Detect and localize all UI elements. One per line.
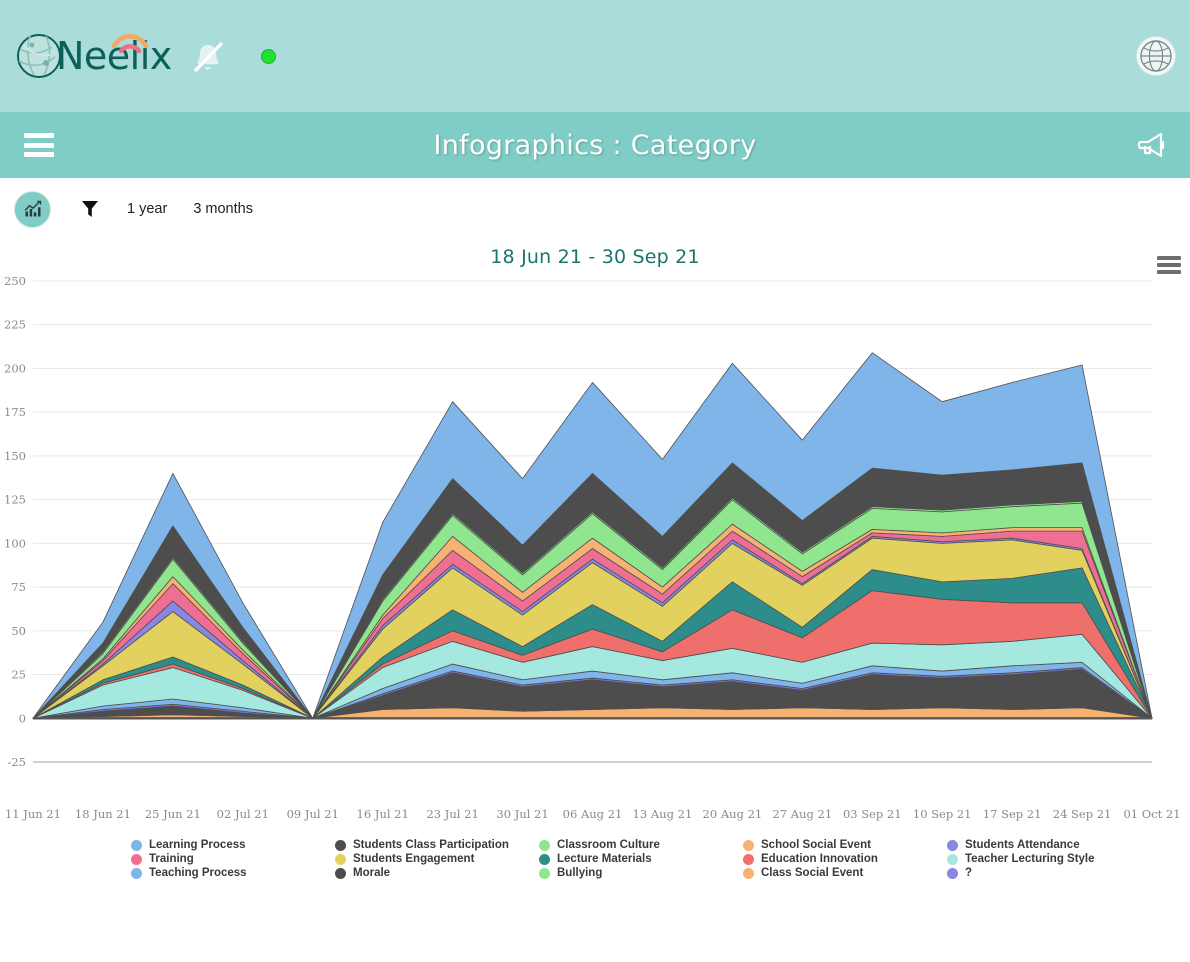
y-axis-tick-label: 100 xyxy=(4,536,26,550)
x-axis-tick-label: 25 Jun 21 xyxy=(145,807,201,821)
x-axis-tick-label: 10 Sep 21 xyxy=(913,807,972,821)
legend-color-swatch xyxy=(743,839,754,851)
y-axis-tick-label: 25 xyxy=(11,668,26,682)
y-axis-tick-label: 250 xyxy=(4,274,26,288)
hamburger-menu-icon[interactable] xyxy=(24,133,54,157)
x-axis-tick-label: 30 Jul 21 xyxy=(496,807,548,821)
chart-card: 18 Jun 21 - 30 Sep 21 -25 0 25 50 75 100 125 15… xyxy=(0,240,1190,840)
legend-item[interactable]: Teacher Lecturing Style xyxy=(947,852,1147,866)
legend-item[interactable]: Students Class Participation xyxy=(335,838,539,852)
legend-item[interactable]: ? xyxy=(947,866,1147,880)
y-axis-tick-label: -25 xyxy=(7,755,26,769)
legend-item[interactable]: Training xyxy=(131,852,335,866)
y-axis-tick-label: 200 xyxy=(4,361,26,375)
x-axis-tick-label: 24 Sep 21 xyxy=(1053,807,1112,821)
x-axis-tick-label: 16 Jul 21 xyxy=(357,807,409,821)
y-axis-tick-label: 225 xyxy=(4,318,26,332)
legend-item[interactable]: Class Social Event xyxy=(743,866,947,880)
wifi-arc-icon xyxy=(111,34,149,54)
legend-item-label: Education Innovation xyxy=(761,853,878,865)
x-axis-tick-label: 03 Sep 21 xyxy=(843,807,902,821)
x-axis-tick-label: 23 Jul 21 xyxy=(426,807,478,821)
legend-item-label: Morale xyxy=(353,867,391,879)
legend-color-swatch xyxy=(335,853,346,865)
chart-plot-area: -25 0 25 50 75 100 125 150 175 200 225 250 11 Jun 21… xyxy=(4,274,1180,821)
status-dot-online xyxy=(261,49,275,63)
legend-item[interactable]: Lecture Materials xyxy=(539,852,743,866)
y-axis-tick-label: 175 xyxy=(4,405,26,419)
bar-chart-icon xyxy=(24,200,41,217)
range-3-months-button[interactable]: 3 months xyxy=(193,201,253,217)
legend-color-swatch xyxy=(335,839,346,851)
chart-legend: Learning Process Students Class Participa… xyxy=(0,838,1190,880)
x-axis-tick-label: 02 Jul 21 xyxy=(217,807,269,821)
x-axis-tick-label: 13 Aug 21 xyxy=(633,807,693,821)
legend-color-swatch xyxy=(539,867,550,879)
legend-item-label: Teacher Lecturing Style xyxy=(965,853,1095,865)
legend-item[interactable]: Classroom Culture xyxy=(539,838,743,852)
legend-item[interactable]: Students Engagement xyxy=(335,852,539,866)
legend-item-label: Learning Process xyxy=(149,839,246,851)
legend-item[interactable]: Bullying xyxy=(539,866,743,880)
legend-color-swatch xyxy=(947,839,958,851)
legend-item-label: ? xyxy=(965,867,973,879)
legend-color-swatch xyxy=(947,867,958,879)
legend-color-swatch xyxy=(743,853,754,865)
legend-color-swatch xyxy=(131,853,142,865)
legend-color-swatch xyxy=(539,853,550,865)
bell-muted-icon[interactable] xyxy=(188,38,228,78)
legend-item[interactable]: Teaching Process xyxy=(131,866,335,880)
legend-item-label: Students Class Participation xyxy=(353,839,509,851)
x-axis-tick-label: 20 Aug 21 xyxy=(703,807,763,821)
y-axis-tick-label: 50 xyxy=(11,624,26,638)
legend-item[interactable]: Education Innovation xyxy=(743,852,947,866)
funnel-filter-icon[interactable] xyxy=(81,199,99,219)
legend-color-swatch xyxy=(539,839,550,851)
x-axis-tick-label: 17 Sep 21 xyxy=(983,807,1042,821)
legend-item-label: Students Attendance xyxy=(965,839,1080,851)
legend-item-label: Lecture Materials xyxy=(557,853,652,865)
y-axis-tick-label: 0 xyxy=(19,711,26,725)
legend-item-label: Bullying xyxy=(557,867,603,879)
range-1-year-button[interactable]: 1 year xyxy=(127,201,167,217)
chart-toolbar: 1 year 3 months xyxy=(0,178,1190,240)
x-axis-tick-label: 06 Aug 21 xyxy=(563,807,623,821)
legend-item-label: Teaching Process xyxy=(149,867,247,879)
x-axis-tick-label: 01 Oct 21 xyxy=(1123,807,1180,821)
legend-item-label: Class Social Event xyxy=(761,867,864,879)
legend-color-swatch xyxy=(131,867,142,879)
y-axis-tick-label: 125 xyxy=(4,493,26,507)
x-axis-tick-label: 18 Jun 21 xyxy=(75,807,131,821)
chart-heading: 18 Jun 21 - 30 Sep 21 xyxy=(490,246,700,268)
legend-item-label: School Social Event xyxy=(761,839,871,851)
brand-logo-group: Neelix xyxy=(0,33,275,79)
title-bar: Infographics : Category xyxy=(0,112,1190,178)
megaphone-icon[interactable] xyxy=(1132,125,1172,165)
legend-item[interactable]: Morale xyxy=(335,866,539,880)
legend-item-label: Training xyxy=(149,853,194,865)
legend-item[interactable]: Learning Process xyxy=(131,838,335,852)
legend-item-label: Students Engagement xyxy=(353,853,475,865)
x-axis-tick-label: 27 Aug 21 xyxy=(772,807,832,821)
x-axis-tick-label: 11 Jun 21 xyxy=(5,807,61,821)
stacked-area-chart[interactable]: -25 0 25 50 75 100 125 150 175 200 225 250 11 Jun 21… xyxy=(0,268,1190,828)
legend-item[interactable]: School Social Event xyxy=(743,838,947,852)
legend-color-swatch xyxy=(131,839,142,851)
legend-item[interactable]: Students Attendance xyxy=(947,838,1147,852)
avatar[interactable] xyxy=(1136,36,1176,76)
bar-chart-toggle-button[interactable] xyxy=(14,190,51,228)
x-axis-tick-label: 09 Jul 21 xyxy=(287,807,339,821)
legend-color-swatch xyxy=(335,867,346,879)
legend-color-swatch xyxy=(743,867,754,879)
avatar-globe-icon xyxy=(1140,40,1172,72)
legend-color-swatch xyxy=(947,853,958,865)
page-title: Infographics : Category xyxy=(433,129,757,161)
legend-item-label: Classroom Culture xyxy=(557,839,660,851)
y-axis-tick-label: 75 xyxy=(11,580,26,594)
brand-bar: Neelix xyxy=(0,0,1190,112)
y-axis-tick-label: 150 xyxy=(4,449,26,463)
